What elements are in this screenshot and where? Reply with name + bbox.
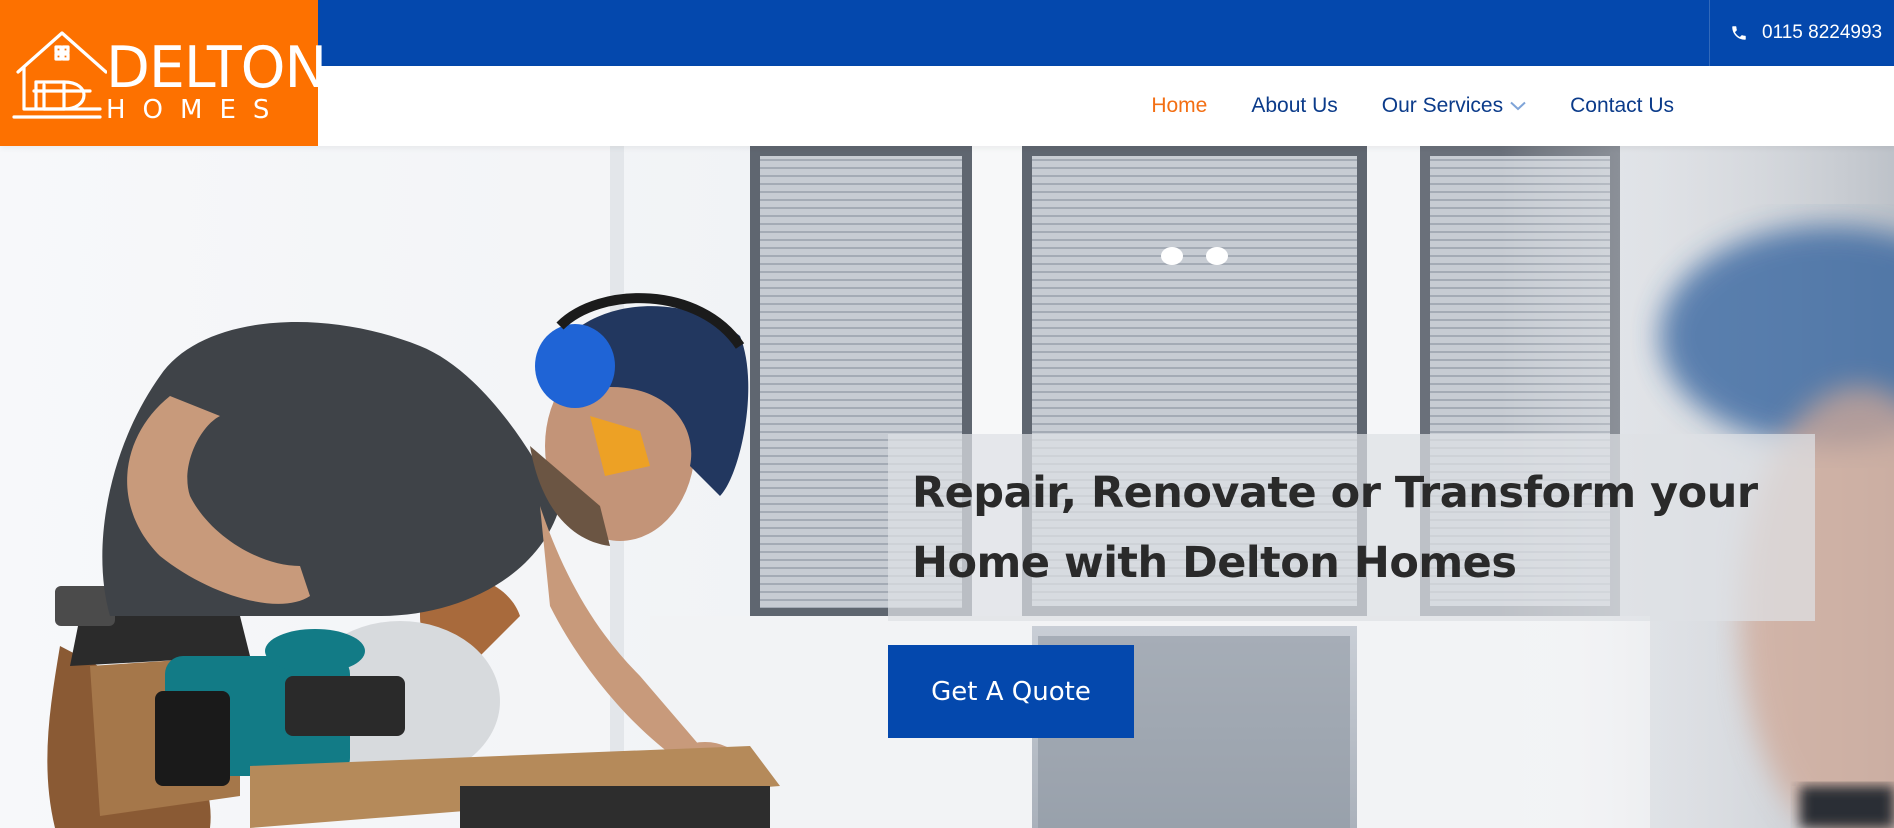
nav-contact-us[interactable]: Contact Us [1548, 94, 1696, 118]
nav-contact-us-label: Contact Us [1570, 94, 1674, 117]
phone-link[interactable]: 0115 8224993 [1730, 0, 1882, 66]
site-logo[interactable]: DELTON HOMES [0, 0, 327, 146]
top-bar-divider [1709, 0, 1710, 66]
nav-home[interactable]: Home [1129, 94, 1229, 118]
logo-tagline: HOMES [106, 95, 287, 125]
nav-our-services[interactable]: Our Services [1360, 94, 1548, 118]
hero-section: Repair, Renovate or Transform your Home … [0, 146, 1894, 828]
nav-home-label: Home [1151, 94, 1208, 117]
phone-number: 0115 8224993 [1762, 22, 1883, 43]
hero-headline-line-2: Home with Delton Homes [912, 538, 1517, 588]
phone-icon [1730, 24, 1748, 42]
chevron-down-icon [1510, 101, 1526, 111]
logo-wordmark: DELTON [106, 35, 327, 101]
hero-headline-line-1: Repair, Renovate or Transform your [912, 468, 1758, 518]
get-a-quote-button[interactable]: Get A Quote [888, 645, 1134, 738]
hero-headline: Repair, Renovate or Transform your Home … [912, 458, 1792, 598]
house-outline-icon [12, 27, 108, 127]
nav-our-services-label: Our Services [1381, 94, 1504, 117]
nav-about-us-label: About Us [1251, 94, 1338, 117]
nav-about-us[interactable]: About Us [1229, 94, 1359, 118]
main-nav: Home About Us Our Services Contact Us [1129, 66, 1696, 146]
